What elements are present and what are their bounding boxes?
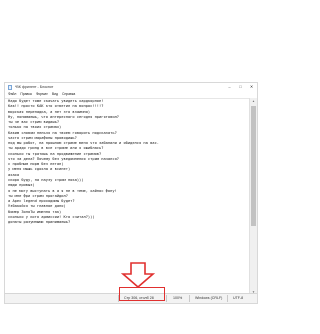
notepad-app-icon: [8, 84, 12, 90]
window-title: *ВК фрилепт - Блокнот: [15, 85, 54, 89]
menu-file[interactable]: Файл: [8, 91, 16, 98]
window-controls: – □ ✕: [224, 83, 257, 91]
vertical-scrollbar[interactable]: ▲ ▼: [249, 98, 257, 295]
status-divider: [166, 295, 167, 302]
menu-bar: Файл Правка Формат Вид Справка: [5, 91, 257, 98]
status-divider: [189, 295, 190, 302]
down-arrow-annotation-icon: [121, 262, 155, 288]
menu-help[interactable]: Справка: [62, 91, 75, 98]
close-button[interactable]: ✕: [246, 83, 257, 91]
encoding: UTF-8: [233, 296, 244, 300]
zoom-level: 100%: [173, 296, 183, 300]
menu-edit[interactable]: Правка: [20, 91, 31, 98]
line-ending: Windows (CRLF): [195, 296, 223, 300]
maximize-button[interactable]: □: [235, 83, 246, 91]
minimize-button[interactable]: –: [224, 83, 235, 91]
arrow-shape: [121, 262, 155, 288]
title-bar[interactable]: *ВК фрилепт - Блокнот – □ ✕: [5, 83, 257, 91]
menu-format[interactable]: Формат: [36, 91, 48, 98]
scrollbar-thumb[interactable]: [251, 106, 256, 226]
menu-view[interactable]: Вид: [52, 91, 58, 98]
scroll-up-arrow-icon[interactable]: ▲: [250, 98, 257, 104]
status-divider: [227, 295, 228, 302]
text-line: донаты разумными принимаешь?: [8, 220, 71, 225]
status-position-highlight: [119, 287, 165, 301]
